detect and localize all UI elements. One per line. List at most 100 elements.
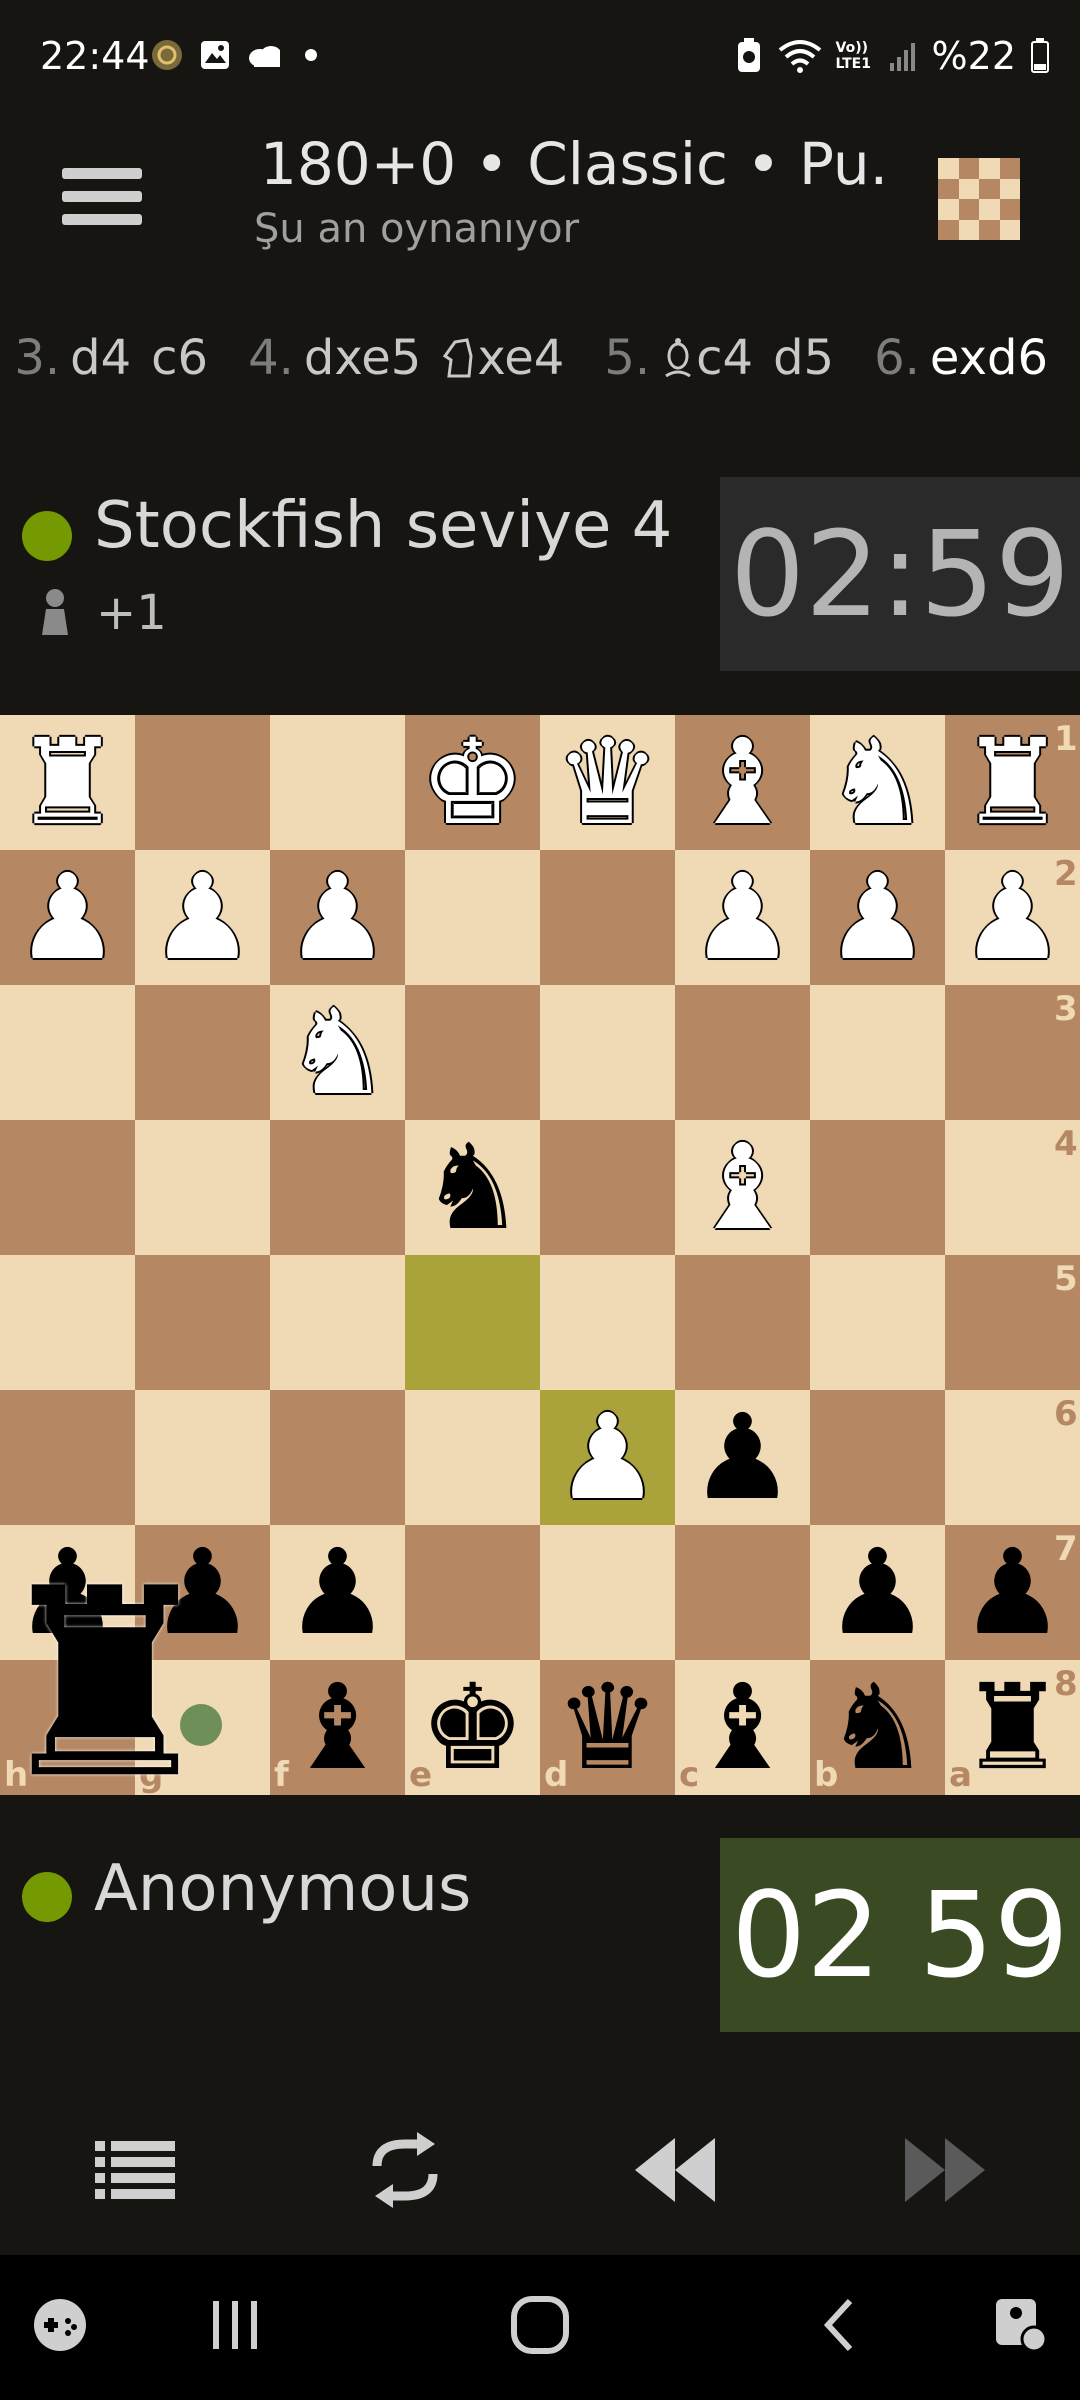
battery-percent: %22 (931, 34, 1016, 78)
move-item[interactable]: c6 (151, 330, 208, 386)
square-d7[interactable] (540, 1525, 675, 1660)
square-f6[interactable] (270, 1390, 405, 1525)
recents-icon[interactable] (195, 2285, 275, 2365)
square-g1[interactable] (135, 715, 270, 850)
white-bishop-piece[interactable]: ♝ (675, 1120, 810, 1255)
white-rook-piece[interactable]: ♜ (0, 715, 135, 850)
top-clock: 02:59 (720, 477, 1080, 671)
thumb-square (958, 219, 979, 240)
black-bishop-piece[interactable]: ♝ (270, 1660, 405, 1795)
top-player: Stockfish seviye 4 +1 02:59 (0, 475, 1080, 675)
square-d4[interactable] (540, 1120, 675, 1255)
wifi-icon (778, 40, 821, 73)
black-knight-piece[interactable]: ♞ (810, 1660, 945, 1795)
square-f5[interactable] (270, 1255, 405, 1390)
home-icon[interactable] (500, 2285, 580, 2365)
thumb-square (979, 219, 1000, 240)
white-pawn-piece[interactable]: ♟ (135, 850, 270, 985)
black-pawn-piece[interactable]: ♟ (675, 1390, 810, 1525)
square-e5[interactable] (405, 1255, 540, 1390)
move-item[interactable]: d5 (773, 330, 834, 386)
bottom-clock: 02 59 (720, 1838, 1080, 2032)
white-knight-piece[interactable]: ♞ (270, 985, 405, 1120)
thumb-square (938, 178, 959, 199)
white-bishop-piece[interactable]: ♝ (675, 715, 810, 850)
pawn-icon (42, 589, 68, 635)
square-h3[interactable] (0, 985, 135, 1120)
game-status: Şu an oynanıyor (254, 206, 580, 252)
accessibility-icon[interactable] (980, 2285, 1060, 2365)
rank-label: 6 (1054, 1394, 1078, 1434)
square-h6[interactable] (0, 1390, 135, 1525)
square-d2[interactable] (540, 850, 675, 985)
back-icon[interactable] (620, 2115, 730, 2225)
square-b3[interactable] (810, 985, 945, 1120)
battery-icon (1031, 38, 1049, 73)
black-rook-piece[interactable]: ♜ (945, 1660, 1080, 1795)
move-item[interactable]: c4 (660, 330, 753, 386)
black-pawn-piece[interactable]: ♟ (945, 1525, 1080, 1660)
game-launcher-icon[interactable] (20, 2285, 100, 2365)
square-g3[interactable] (135, 985, 270, 1120)
white-king-piece[interactable]: ♚ (405, 715, 540, 850)
moves-strip[interactable]: f63.d4c64.dxe5xe45.c4d56.exd6 (0, 330, 1080, 410)
white-rook-piece[interactable]: ♜ (945, 715, 1080, 850)
square-e7[interactable] (405, 1525, 540, 1660)
move-item[interactable]: d4 (70, 330, 131, 386)
white-pawn-piece[interactable]: ♟ (270, 850, 405, 985)
white-knight-piece[interactable]: ♞ (810, 715, 945, 850)
moves-list-icon[interactable] (80, 2115, 190, 2225)
move-san: c4 (696, 330, 754, 386)
square-b4[interactable] (810, 1120, 945, 1255)
square-g5[interactable] (135, 1255, 270, 1390)
move-item[interactable]: xe4 (441, 330, 564, 386)
online-status-icon (22, 1872, 72, 1922)
lichess-notification-icon (150, 38, 184, 72)
square-d5[interactable] (540, 1255, 675, 1390)
status-bar: 22:44 Vo)) LTE1 %22 (0, 0, 1080, 110)
white-pawn-piece[interactable]: ♟ (945, 850, 1080, 985)
white-pawn-piece[interactable]: ♟ (675, 850, 810, 985)
square-c7[interactable] (675, 1525, 810, 1660)
square-b5[interactable] (810, 1255, 945, 1390)
square-f4[interactable] (270, 1120, 405, 1255)
bishop-icon (660, 330, 696, 386)
white-queen-piece[interactable]: ♛ (540, 715, 675, 850)
square-f1[interactable] (270, 715, 405, 850)
move-san: d5 (773, 330, 835, 386)
black-pawn-piece[interactable]: ♟ (270, 1525, 405, 1660)
move-item[interactable]: dxe5 (304, 330, 421, 386)
status-time: 22:44 (40, 34, 150, 78)
thumb-square (999, 178, 1020, 199)
move-number: 4. (248, 330, 294, 386)
black-knight-piece[interactable]: ♞ (405, 1120, 540, 1255)
battery-saver-icon (737, 38, 760, 72)
black-queen-piece[interactable]: ♛ (540, 1660, 675, 1795)
thumb-square (999, 158, 1020, 179)
square-h5[interactable] (0, 1255, 135, 1390)
square-e6[interactable] (405, 1390, 540, 1525)
white-pawn-piece[interactable]: ♟ (810, 850, 945, 985)
square-e3[interactable] (405, 985, 540, 1120)
forward-icon[interactable] (890, 2115, 1000, 2225)
square-g6[interactable] (135, 1390, 270, 1525)
square-e2[interactable] (405, 850, 540, 985)
square-b6[interactable] (810, 1390, 945, 1525)
square-g4[interactable] (135, 1120, 270, 1255)
square-h4[interactable] (0, 1120, 135, 1255)
square-c3[interactable] (675, 985, 810, 1120)
board-thumbnail-icon[interactable] (938, 158, 1020, 240)
move-item[interactable]: exd6 (930, 330, 1048, 386)
back-nav-icon[interactable] (800, 2285, 880, 2365)
black-bishop-piece[interactable]: ♝ (675, 1660, 810, 1795)
dragging-black-rook[interactable]: ♜ (0, 1555, 222, 1815)
square-d3[interactable] (540, 985, 675, 1120)
moves-list: f63.d4c64.dxe5xe45.c4d56.exd6 (0, 330, 1068, 386)
white-pawn-piece[interactable]: ♟ (0, 850, 135, 985)
square-c5[interactable] (675, 1255, 810, 1390)
black-king-piece[interactable]: ♚ (405, 1660, 540, 1795)
menu-button[interactable] (62, 168, 142, 232)
white-pawn-piece[interactable]: ♟ (540, 1390, 675, 1525)
flip-board-icon[interactable] (350, 2115, 460, 2225)
black-pawn-piece[interactable]: ♟ (810, 1525, 945, 1660)
